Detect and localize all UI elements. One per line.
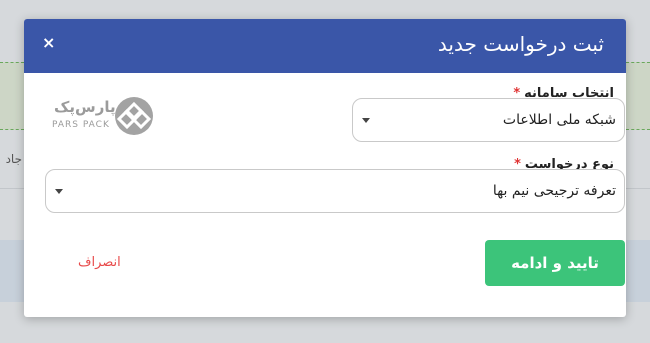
parspack-logo: پارس‌پک PARS PACK [48, 94, 158, 138]
logo-text-fa: پارس‌پک [54, 98, 116, 116]
request-type-select-value: تعرفه ترجیحی نیم بها [492, 183, 616, 199]
new-request-modal: × ثبت درخواست جدید پارس‌پک PARS PACK انت… [24, 19, 626, 317]
request-type-select[interactable]: تعرفه ترجیحی نیم بها [45, 169, 625, 213]
cancel-button[interactable]: انصراف [78, 255, 121, 270]
chevron-down-icon [55, 189, 63, 194]
modal-header: × ثبت درخواست جدید [24, 19, 626, 73]
close-icon[interactable]: × [42, 35, 55, 51]
confirm-button[interactable]: تایید و ادامه [485, 240, 625, 286]
system-select[interactable]: شبکه ملی اطلاعات [352, 98, 625, 142]
background-panel [0, 62, 24, 130]
modal-title: ثبت درخواست جدید [437, 32, 604, 56]
parspack-logo-icon [115, 97, 153, 135]
logo-text-en: PARS PACK [52, 120, 110, 130]
background-panel-right [626, 62, 650, 130]
chevron-down-icon [362, 118, 370, 123]
background-partial-text: جاد [5, 152, 22, 166]
system-select-value: شبکه ملی اطلاعات [502, 112, 616, 128]
